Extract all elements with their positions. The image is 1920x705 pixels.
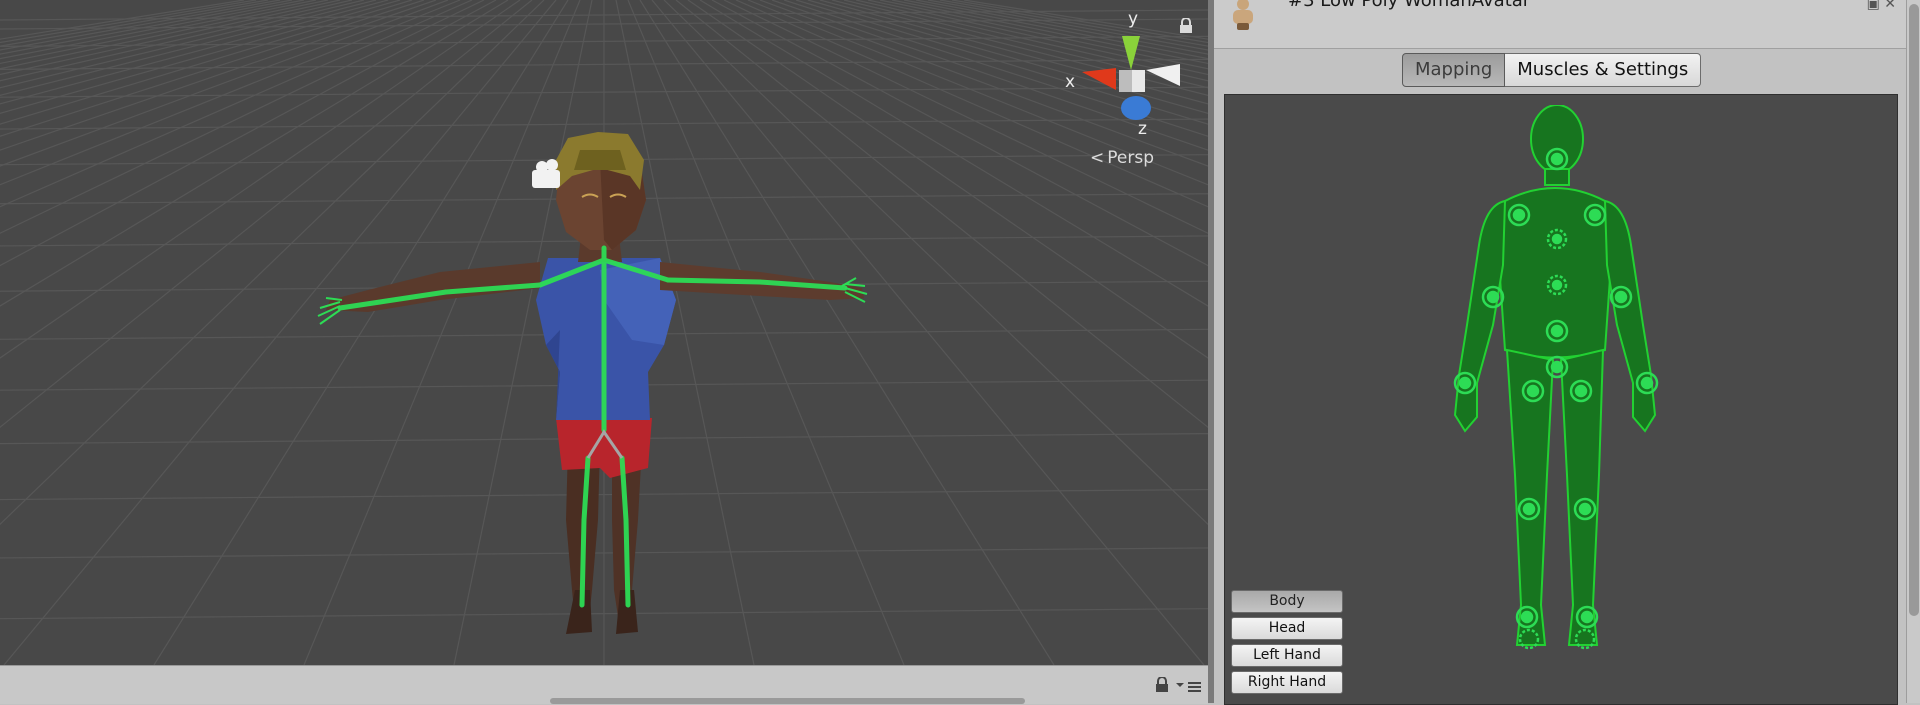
help-icon[interactable]: ▣ (1867, 0, 1880, 12)
lock-icon[interactable] (1155, 677, 1169, 693)
view-head-button[interactable]: Head (1231, 617, 1343, 640)
view-right-hand-button[interactable]: Right Hand (1231, 671, 1343, 694)
avatar-mapping-view: Body Head Left Hand Right Hand (1224, 94, 1898, 705)
scene-horizontal-scrollbar[interactable] (550, 698, 1025, 704)
lock-icon[interactable] (1179, 18, 1193, 34)
inspector-scroll-thumb[interactable] (1909, 4, 1919, 616)
inspector-header: #3 Low Poly WomanAvatar ▣ ✕ (1214, 0, 1906, 49)
inspector-panel: #3 Low Poly WomanAvatar ▣ ✕ Mapping Musc… (1214, 0, 1906, 705)
scene-view[interactable]: y x z < Persp (0, 0, 1208, 665)
avatar-tabs: Mapping Muscles & Settings (1402, 53, 1702, 87)
persp-arrow-icon: < (1090, 148, 1105, 168)
view-body-button[interactable]: Body (1231, 590, 1343, 613)
camera-icon[interactable] (532, 159, 560, 188)
tab-mapping[interactable]: Mapping (1402, 53, 1506, 87)
scene-footer-bar (0, 665, 1208, 704)
humanoid-body-diagram (1453, 105, 1659, 650)
layers-menu-icon[interactable] (1176, 680, 1202, 692)
character-model[interactable] (317, 132, 868, 634)
gizmo-x-label: x (1065, 72, 1075, 92)
gizmo-y-label: y (1128, 9, 1138, 29)
inspector-scrollbar[interactable] (1906, 0, 1920, 703)
persp-label: Persp (1107, 148, 1154, 168)
settings-icon[interactable]: ✕ (1884, 0, 1896, 12)
header-actions: ▣ ✕ (1867, 0, 1896, 12)
gizmo-z-label: z (1138, 119, 1147, 139)
asset-title: #3 Low Poly WomanAvatar (1288, 0, 1531, 11)
view-left-hand-button[interactable]: Left Hand (1231, 644, 1343, 667)
scene-grid: y x z (0, 0, 1208, 665)
avatar-asset-icon (1233, 0, 1253, 30)
body-part-selector: Body Head Left Hand Right Hand (1231, 590, 1343, 694)
orientation-gizmo[interactable] (1082, 36, 1180, 120)
tab-muscles-settings[interactable]: Muscles & Settings (1505, 53, 1702, 87)
projection-toggle[interactable]: < Persp (1090, 148, 1154, 168)
